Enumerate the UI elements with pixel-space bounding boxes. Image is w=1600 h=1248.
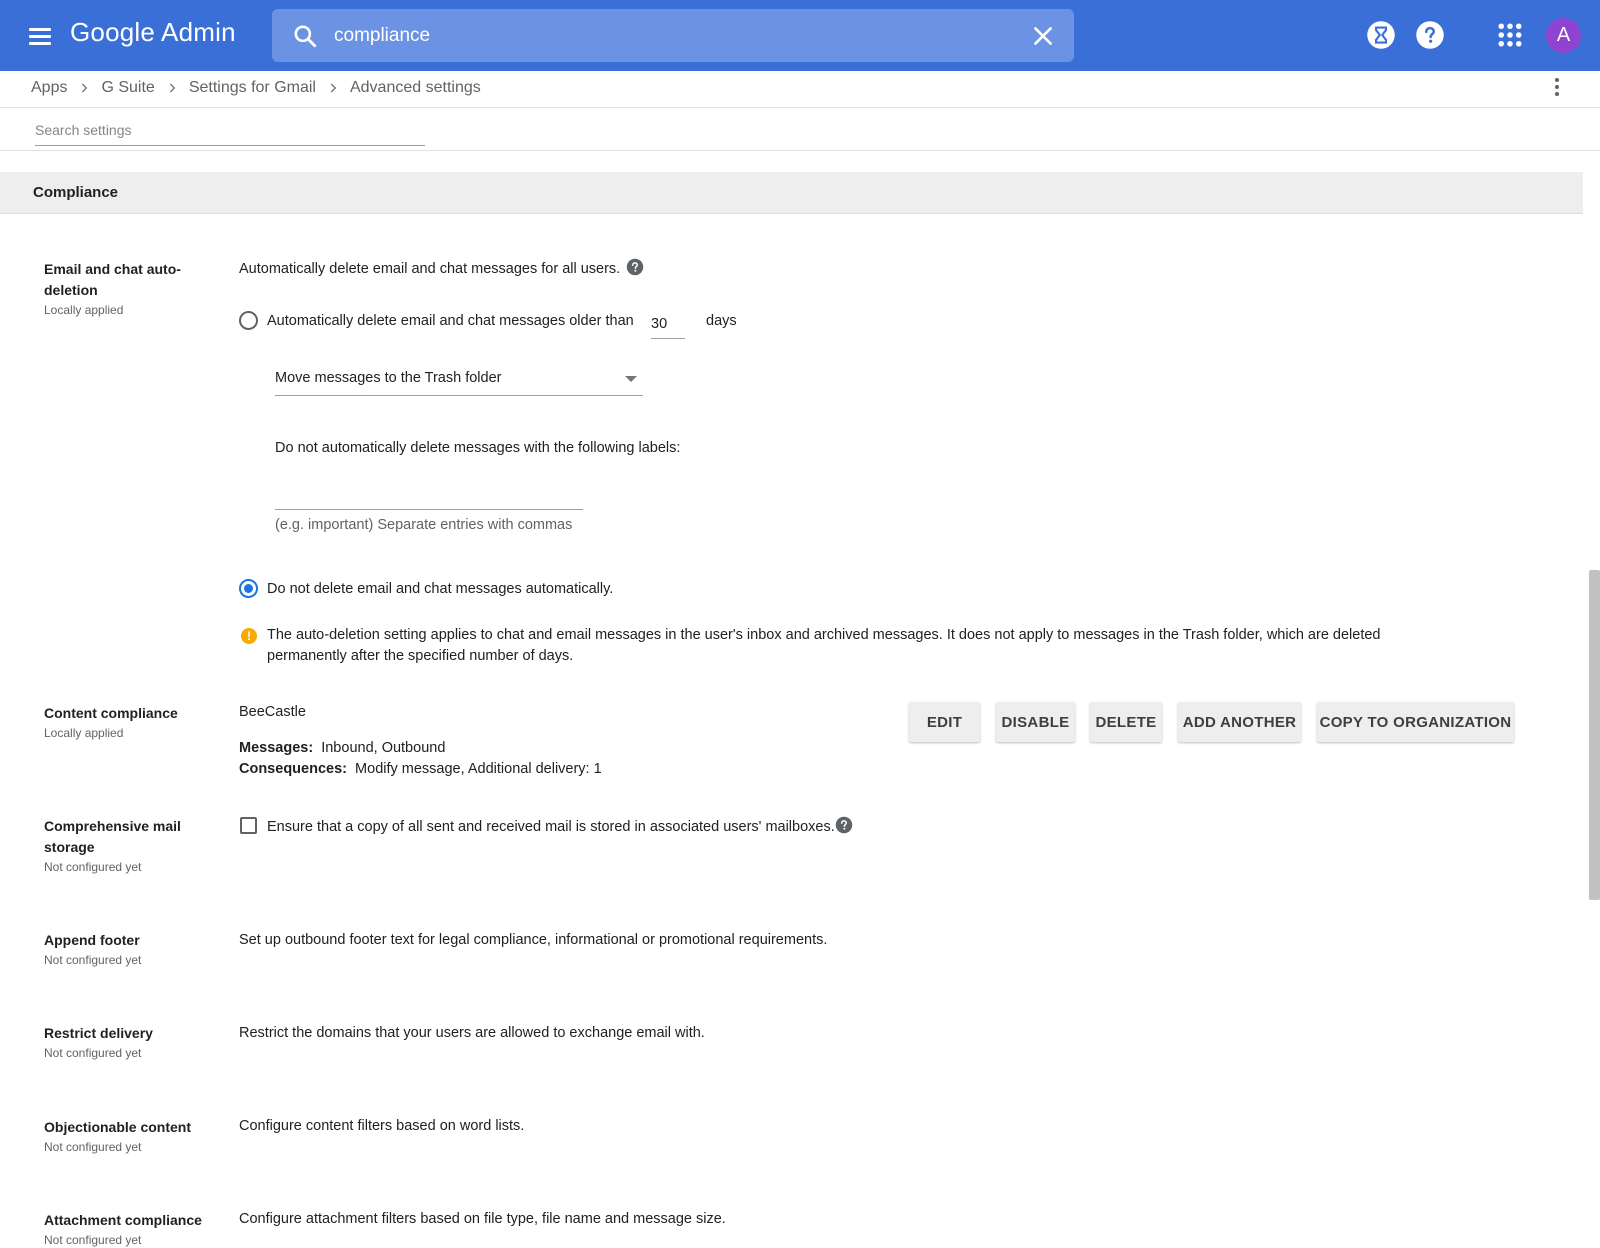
menu-icon[interactable] (24, 20, 56, 52)
labels-hint: (e.g. important) Separate entries with c… (275, 517, 573, 533)
help-icon[interactable] (626, 258, 644, 276)
settings-search-input[interactable] (35, 114, 425, 146)
setting-name: Restrict delivery (44, 1025, 153, 1041)
consequences-value: Modify message, Additional delivery: 1 (355, 761, 602, 777)
setting-name: Email and chat auto-deletion (44, 261, 181, 298)
rule-messages: Messages: Inbound, Outbound (239, 740, 445, 756)
setting-status: Locally applied (44, 726, 124, 740)
apps-grid-icon[interactable] (1495, 20, 1525, 50)
setting-label-comprehensive-storage: Comprehensive mail storage Not configure… (44, 816, 214, 876)
delete-button[interactable]: DELETE (1090, 702, 1162, 742)
setting-status: Not configured yet (44, 1233, 142, 1247)
setting-name: Objectionable content (44, 1119, 192, 1135)
radio-do-not-delete[interactable] (239, 579, 258, 598)
select-value: Move messages to the Trash folder (275, 370, 502, 386)
help-icon[interactable] (835, 816, 853, 834)
rule-consequences: Consequences: Modify message, Additional… (239, 761, 602, 777)
comprehensive-storage-checkbox[interactable] (240, 817, 257, 834)
divider (0, 107, 1600, 108)
dropdown-caret-icon (625, 376, 637, 382)
setting-label-auto-deletion: Email and chat auto-deletion Locally app… (44, 259, 214, 319)
edit-button[interactable]: EDIT (909, 702, 980, 742)
setting-status: Not configured yet (44, 953, 142, 967)
search-input[interactable] (334, 21, 974, 51)
radio-delete-older-than-label: Automatically delete email and chat mess… (267, 313, 634, 329)
radio-do-not-delete-label: Do not delete email and chat messages au… (267, 581, 614, 597)
setting-name: Attachment compliance (44, 1212, 202, 1228)
objectionable-content-description[interactable]: Configure content filters based on word … (239, 1118, 524, 1134)
restrict-delivery-description[interactable]: Restrict the domains that your users are… (239, 1025, 705, 1041)
setting-label-objectionable-content[interactable]: Objectionable content Not configured yet (44, 1117, 214, 1156)
breadcrumb-apps[interactable]: Apps (31, 79, 67, 97)
chevron-right-icon (82, 83, 88, 93)
warning-text: The auto-deletion setting applies to cha… (267, 627, 1381, 664)
setting-status: Locally applied (44, 303, 124, 317)
more-vert-icon[interactable] (1545, 75, 1569, 99)
comprehensive-storage-label: Ensure that a copy of all sent and recei… (267, 819, 835, 835)
warning-icon: ! (241, 628, 257, 644)
help-icon[interactable] (1415, 20, 1445, 50)
days-input[interactable] (651, 309, 685, 339)
setting-name: Append footer (44, 932, 140, 948)
add-another-button[interactable]: ADD ANOTHER (1178, 702, 1301, 742)
top-app-bar: Google Admin A (0, 0, 1600, 71)
divider (0, 150, 1600, 151)
breadcrumb-settings-for-gmail[interactable]: Settings for Gmail (189, 79, 316, 97)
search-icon[interactable] (292, 23, 318, 49)
breadcrumb-gsuite[interactable]: G Suite (101, 79, 154, 97)
setting-label-restrict-delivery[interactable]: Restrict delivery Not configured yet (44, 1023, 214, 1062)
copy-to-organization-button[interactable]: COPY TO ORGANIZATION (1317, 702, 1514, 742)
deletion-action-select[interactable]: Move messages to the Trash folder (275, 364, 643, 396)
setting-label-append-footer[interactable]: Append footer Not configured yet (44, 930, 214, 969)
radio-delete-older-than[interactable] (239, 311, 258, 330)
disable-button[interactable]: DISABLE (996, 702, 1075, 742)
setting-label-content-compliance: Content compliance Locally applied (44, 703, 214, 742)
app-logo: Google Admin (70, 17, 236, 47)
setting-name: Content compliance (44, 705, 178, 721)
section-header: Compliance (0, 172, 1583, 214)
breadcrumb: Apps G Suite Settings for Gmail Advanced… (31, 76, 481, 100)
append-footer-description[interactable]: Set up outbound footer text for legal co… (239, 932, 827, 948)
consequences-key: Consequences: (239, 761, 347, 777)
messages-key: Messages: (239, 740, 314, 756)
messages-value: Inbound, Outbound (321, 740, 446, 756)
scrollbar-thumb[interactable] (1589, 570, 1600, 900)
search-bar (272, 9, 1074, 62)
exclude-labels-text: Do not automatically delete messages wit… (275, 440, 681, 456)
close-icon[interactable] (1030, 23, 1056, 49)
setting-status: Not configured yet (44, 1046, 142, 1060)
chevron-right-icon (169, 83, 175, 93)
exclude-labels-input[interactable] (275, 478, 583, 510)
setting-name: Comprehensive mail storage (44, 818, 181, 855)
avatar[interactable]: A (1546, 18, 1581, 53)
section-title: Compliance (33, 184, 119, 201)
hourglass-icon[interactable] (1366, 20, 1396, 50)
rule-name: BeeCastle (239, 704, 306, 720)
breadcrumb-advanced-settings: Advanced settings (349, 79, 481, 96)
setting-status: Not configured yet (44, 1140, 142, 1154)
attachment-compliance-description[interactable]: Configure attachment filters based on fi… (239, 1211, 726, 1227)
setting-status: Not configured yet (44, 860, 142, 874)
chevron-right-icon (330, 83, 337, 93)
setting-label-attachment-compliance[interactable]: Attachment compliance Not configured yet (44, 1210, 214, 1248)
days-unit-label: days (706, 313, 737, 329)
auto-deletion-description: Automatically delete email and chat mess… (239, 261, 621, 277)
